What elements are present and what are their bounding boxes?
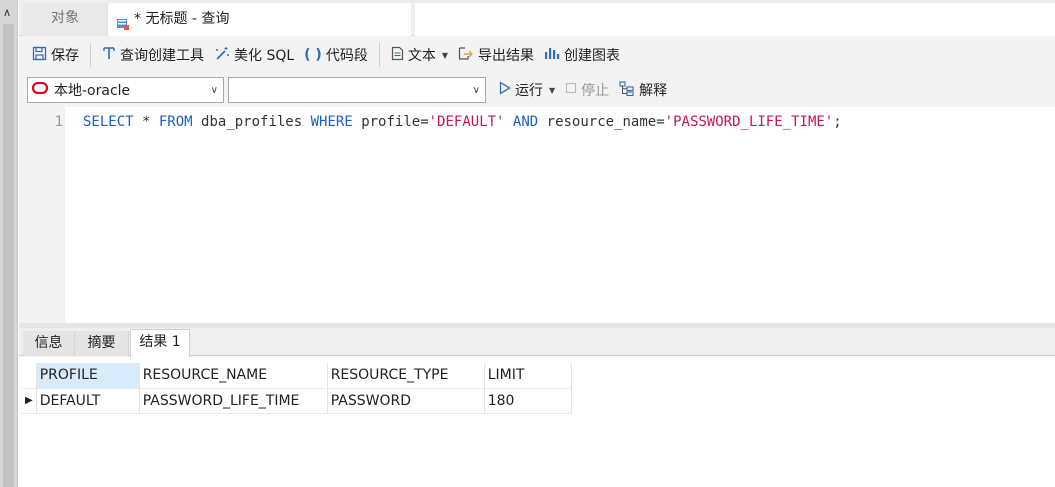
beautify-sql-button[interactable]: 美化 SQL bbox=[209, 42, 299, 68]
text-mode-label: 文本 bbox=[407, 48, 436, 64]
chevron-down-icon[interactable]: ▼ bbox=[549, 86, 555, 95]
create-chart-label: 创建图表 bbox=[563, 48, 620, 64]
sql-text: profile= bbox=[352, 114, 429, 130]
table-row[interactable]: ▶ DEFAULT PASSWORD_LIFE_TIME PASSWORD 18… bbox=[22, 388, 572, 414]
run-button[interactable]: 运行 ▼ bbox=[495, 77, 559, 103]
left-scroll-strip[interactable]: ∧ bbox=[0, 0, 18, 487]
connection-bar: 本地-oracle ∨ ∨ 运行 ▼ 停止 解释 bbox=[19, 74, 1055, 106]
tab-result-1-label: 结果 1 bbox=[139, 334, 181, 350]
stop-label: 停止 bbox=[581, 83, 610, 99]
sql-text: ; bbox=[833, 114, 842, 130]
run-controls: 运行 ▼ 停止 解释 bbox=[495, 77, 671, 103]
chevron-down-icon[interactable]: ∨ bbox=[473, 85, 480, 96]
tab-summary[interactable]: 摘要 bbox=[75, 331, 129, 356]
connection-select[interactable]: 本地-oracle ∨ bbox=[27, 77, 224, 103]
explain-label: 解释 bbox=[639, 83, 668, 99]
save-icon bbox=[32, 46, 47, 65]
sql-keyword: FROM bbox=[158, 114, 193, 130]
toolbar-divider bbox=[378, 43, 380, 67]
text-mode-button[interactable]: 文本 ▼ bbox=[386, 42, 453, 68]
row-marker-header bbox=[22, 363, 37, 389]
export-icon bbox=[458, 46, 474, 65]
sql-text: * bbox=[133, 114, 159, 130]
beautify-sql-label: 美化 SQL bbox=[234, 48, 295, 64]
sql-text: dba_profiles bbox=[192, 114, 311, 130]
scroll-thumb[interactable] bbox=[3, 24, 14, 487]
result-grid: PROFILE RESOURCE_NAME RESOURCE_TYPE LIMI… bbox=[22, 363, 572, 414]
save-button[interactable]: 保存 bbox=[27, 42, 84, 68]
query-builder-icon bbox=[102, 46, 116, 65]
column-header-resource-name[interactable]: RESOURCE_NAME bbox=[139, 363, 328, 389]
save-label: 保存 bbox=[51, 48, 79, 64]
play-icon bbox=[499, 81, 511, 99]
table-cell[interactable]: PASSWORD_LIFE_TIME bbox=[139, 388, 328, 414]
explain-icon bbox=[619, 80, 635, 100]
tab-summary-label: 摘要 bbox=[87, 335, 116, 351]
stop-icon bbox=[565, 82, 577, 98]
sql-code-line[interactable]: SELECT * FROM dba_profiles WHERE profile… bbox=[83, 114, 842, 130]
scroll-up-icon[interactable]: ∧ bbox=[3, 6, 11, 19]
braces-icon: ( ) bbox=[304, 47, 322, 63]
tab-query-label: * 无标题 - 查询 bbox=[134, 11, 230, 27]
tab-objects[interactable]: 对象 bbox=[23, 3, 107, 36]
table-cell[interactable]: 180 bbox=[484, 388, 572, 414]
column-header-resource-type[interactable]: RESOURCE_TYPE bbox=[327, 363, 485, 389]
tab-bar-empty-area bbox=[415, 3, 1055, 36]
oracle-icon bbox=[31, 81, 49, 98]
stop-button[interactable]: 停止 bbox=[561, 77, 613, 103]
document-icon bbox=[391, 46, 404, 65]
column-header-limit[interactable]: LIMIT bbox=[484, 363, 572, 389]
query-icon bbox=[116, 12, 130, 30]
tab-bar: 对象 * 无标题 - 查询 bbox=[19, 0, 1055, 36]
query-window: 对象 * 无标题 - 查询 保存 查询创建工具 美化 SQL () 代码段 文… bbox=[19, 0, 1055, 487]
line-number: 1 bbox=[54, 114, 63, 130]
code-snippet-button[interactable]: ( ) 代码段 bbox=[299, 42, 373, 68]
create-chart-button[interactable]: 创建图表 bbox=[539, 42, 625, 68]
query-builder-label: 查询创建工具 bbox=[120, 48, 204, 64]
sql-editor[interactable]: 1 SELECT * FROM dba_profiles WHERE profi… bbox=[19, 107, 1055, 323]
tab-objects-label: 对象 bbox=[51, 10, 79, 26]
export-results-label: 导出结果 bbox=[477, 48, 534, 64]
sql-string: 'PASSWORD_LIFE_TIME' bbox=[664, 114, 834, 130]
sql-keyword: WHERE bbox=[310, 114, 353, 130]
connection-select-value: 本地-oracle bbox=[54, 83, 131, 99]
magic-wand-icon bbox=[214, 46, 230, 65]
tab-info[interactable]: 信息 bbox=[23, 331, 75, 356]
query-builder-button[interactable]: 查询创建工具 bbox=[97, 42, 209, 68]
sql-text: resource_name= bbox=[538, 114, 665, 130]
chevron-down-icon[interactable]: ∨ bbox=[211, 85, 218, 96]
header-row: PROFILE RESOURCE_NAME RESOURCE_TYPE LIMI… bbox=[22, 363, 572, 389]
tab-info-label: 信息 bbox=[34, 335, 63, 351]
chevron-down-icon[interactable]: ▼ bbox=[442, 51, 448, 60]
result-grid-panel: PROFILE RESOURCE_NAME RESOURCE_TYPE LIMI… bbox=[19, 357, 1055, 487]
explain-button[interactable]: 解释 bbox=[615, 77, 671, 103]
column-header-profile[interactable]: PROFILE bbox=[36, 363, 140, 389]
tab-query[interactable]: * 无标题 - 查询 bbox=[107, 3, 411, 36]
table-cell[interactable]: DEFAULT bbox=[36, 388, 140, 414]
code-snippet-label: 代码段 bbox=[325, 48, 368, 64]
chart-icon bbox=[544, 46, 560, 65]
tab-result-1[interactable]: 结果 1 bbox=[130, 329, 190, 357]
sql-keyword: AND bbox=[512, 114, 539, 130]
result-tabs: 信息 摘要 结果 1 bbox=[19, 328, 1055, 357]
sql-string: 'DEFAULT' bbox=[428, 114, 505, 130]
sql-keyword: SELECT bbox=[83, 114, 134, 130]
current-row-arrow-icon: ▶ bbox=[22, 388, 37, 414]
database-select[interactable]: ∨ bbox=[228, 77, 486, 103]
toolbar-divider bbox=[90, 43, 91, 67]
export-results-button[interactable]: 导出结果 bbox=[453, 42, 539, 68]
toolbar: 保存 查询创建工具 美化 SQL ( ) 代码段 文本 ▼ 导出结果 创建图表 bbox=[19, 38, 1055, 72]
run-label: 运行 bbox=[515, 83, 543, 99]
line-number-gutter: 1 bbox=[19, 107, 65, 323]
table-cell[interactable]: PASSWORD bbox=[327, 388, 485, 414]
